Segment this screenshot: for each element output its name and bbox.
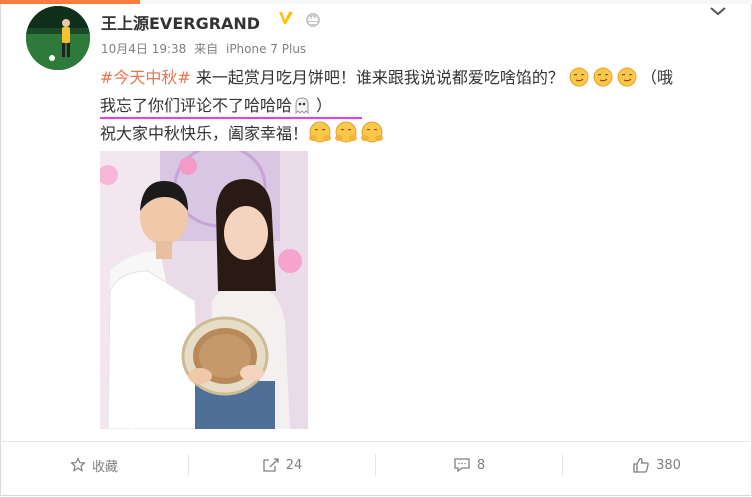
- text-line-2-body: 我忘了你们评论不了哈哈哈: [100, 96, 293, 115]
- star-icon: [70, 457, 86, 472]
- post-photo[interactable]: 中: [100, 151, 308, 429]
- post-meta: 10月4日 19:38 来自 iPhone 7 Plus: [101, 40, 310, 57]
- post-source[interactable]: iPhone 7 Plus: [226, 42, 306, 56]
- repost-count: 24: [285, 457, 303, 473]
- comment-icon: [454, 458, 470, 473]
- like-count: 380: [656, 457, 681, 473]
- favorite-button[interactable]: 收藏: [0, 442, 188, 488]
- text-line-1-tail: （哦: [641, 68, 674, 87]
- post-text: #今天中秋# 来一起赏月吃月饼吧！谁来跟我说说都爱吃啥馅的？ （哦 我忘了你们评…: [100, 64, 740, 148]
- avatar[interactable]: [26, 6, 90, 70]
- crown-icon[interactable]: [304, 10, 322, 28]
- post-time[interactable]: 10月4日 19:38: [101, 42, 186, 56]
- text-line-2: 我忘了你们评论不了哈哈哈 ）: [100, 92, 740, 120]
- comment-count: 8: [476, 457, 486, 473]
- smirk-emoji-icon: [617, 67, 637, 87]
- repost-icon: [263, 458, 279, 472]
- highlight-underline: [100, 117, 362, 119]
- topic-link[interactable]: #今天中秋#: [100, 68, 191, 87]
- author-name[interactable]: 王上源EVERGRAND: [101, 10, 260, 34]
- verified-icon: [279, 12, 293, 24]
- text-line-1-body: 来一起赏月吃月饼吧！谁来跟我说说都爱吃啥馅的？: [190, 68, 564, 87]
- photo-overlay-text: 中: [110, 385, 154, 430]
- comment-button[interactable]: 8: [376, 442, 562, 488]
- smirk-emoji-icon: [593, 67, 613, 87]
- text-line-1: #今天中秋# 来一起赏月吃月饼吧！谁来跟我说说都爱吃啥馅的？ （哦: [100, 64, 740, 92]
- blush-hands-emoji-icon: [309, 121, 332, 143]
- thumbs-up-icon: [633, 457, 649, 473]
- ghost-emoji-icon: [295, 97, 309, 115]
- text-line-2-tail: ）: [316, 96, 333, 115]
- text-line-3: 祝大家中秋快乐，阖家幸福！: [100, 120, 740, 148]
- blush-hands-emoji-icon: [361, 121, 384, 143]
- favorite-label: 收藏: [91, 459, 118, 475]
- source-prefix: 来自: [194, 42, 219, 56]
- chevron-down-icon[interactable]: [708, 4, 728, 18]
- like-button[interactable]: 380: [563, 442, 750, 488]
- smirk-emoji-icon: [569, 67, 589, 87]
- text-line-3-body: 祝大家中秋快乐，阖家幸福！: [100, 124, 309, 143]
- repost-button[interactable]: 24: [189, 442, 375, 488]
- blush-hands-emoji-icon: [335, 121, 358, 143]
